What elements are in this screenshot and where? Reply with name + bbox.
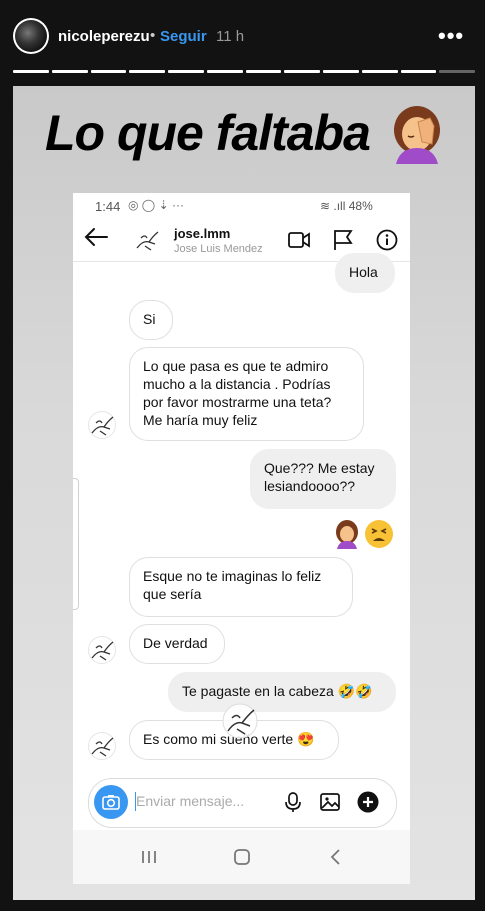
message-input[interactable]: Enviar mensaje... xyxy=(136,793,244,809)
user-avatar[interactable] xyxy=(13,18,49,54)
camera-button[interactable] xyxy=(94,785,128,819)
story-caption: Lo que faltaba xyxy=(45,105,371,161)
post-time: 11 h xyxy=(216,28,245,45)
story-progress-segment xyxy=(400,70,437,73)
story-progress-segment xyxy=(323,70,359,73)
facepalm-emoji-icon xyxy=(394,106,440,164)
android-nav-bar xyxy=(73,830,410,884)
status-battery: ≋ .ıll 48% xyxy=(320,199,373,213)
status-notification-icons: ◎ ◯ ⇣ ··· xyxy=(128,198,184,212)
dm-screenshot: 1:44 ◎ ◯ ⇣ ··· ≋ .ıll 48% jose.lmm Jose … xyxy=(73,193,410,884)
story-progress-segment xyxy=(245,70,282,73)
info-icon[interactable] xyxy=(375,229,399,251)
scroll-indicator xyxy=(73,478,79,610)
sketch-avatar-icon xyxy=(88,411,116,439)
story-progress-segment xyxy=(206,70,243,73)
facepalm-emoji-icon xyxy=(336,520,358,549)
message-bubble-received[interactable]: Si xyxy=(129,300,173,340)
follow-button[interactable]: Seguir xyxy=(160,28,207,45)
microphone-icon[interactable] xyxy=(282,791,304,813)
phone-status-bar: 1:44 ◎ ◯ ⇣ ··· ≋ .ıll 48% xyxy=(73,193,410,219)
message-bubble-sent[interactable]: Que??? Me estay lesiandoooo?? xyxy=(250,449,396,509)
dm-username[interactable]: jose.lmm xyxy=(174,226,230,241)
story-progress-bar xyxy=(13,70,475,73)
gallery-icon[interactable] xyxy=(319,791,341,813)
message-bubble-received[interactable]: Lo que pasa es que te admiro mucho a la … xyxy=(129,347,364,441)
video-call-icon[interactable] xyxy=(287,229,311,251)
story-progress-segment xyxy=(51,70,88,73)
story-progress-segment xyxy=(13,70,49,73)
home-icon[interactable] xyxy=(231,846,253,868)
story-progress-segment xyxy=(361,70,398,73)
add-circle-icon[interactable] xyxy=(357,791,379,813)
flag-icon[interactable] xyxy=(331,229,355,251)
separator-dot: • xyxy=(150,27,156,44)
recents-icon[interactable] xyxy=(138,846,160,868)
username[interactable]: nicoleperezu xyxy=(58,28,150,45)
story-progress-segment xyxy=(90,70,127,73)
story-progress-segment xyxy=(129,70,165,73)
story-progress-segment xyxy=(439,70,475,73)
back-icon[interactable] xyxy=(325,846,347,868)
sketch-avatar-icon xyxy=(88,732,116,760)
typing-avatar-icon xyxy=(222,703,258,739)
story-progress-segment xyxy=(168,70,204,73)
status-time: 1:44 xyxy=(95,199,121,214)
back-arrow-icon[interactable] xyxy=(83,225,109,249)
message-bubble-received[interactable]: De verdad xyxy=(129,624,225,664)
camera-icon xyxy=(102,795,120,810)
tired-face-emoji-icon xyxy=(365,520,393,548)
message-bubble-sent[interactable]: Hola xyxy=(335,253,395,293)
story-header: nicoleperezu • Seguir 11 h ••• xyxy=(0,0,485,70)
story-progress-segment xyxy=(284,70,320,73)
dm-fullname: Jose Luis Mendez xyxy=(174,243,263,255)
message-bubble-received[interactable]: Esque no te imaginas lo feliz que sería xyxy=(129,557,353,617)
message-composer[interactable]: Enviar mensaje... xyxy=(88,778,397,828)
sketch-avatar-icon xyxy=(88,636,116,664)
message-bubble-sent[interactable]: Te pagaste en la cabeza 🤣🤣 xyxy=(168,672,396,712)
sketch-avatar-icon[interactable] xyxy=(133,226,161,254)
more-options-icon[interactable]: ••• xyxy=(438,23,464,49)
